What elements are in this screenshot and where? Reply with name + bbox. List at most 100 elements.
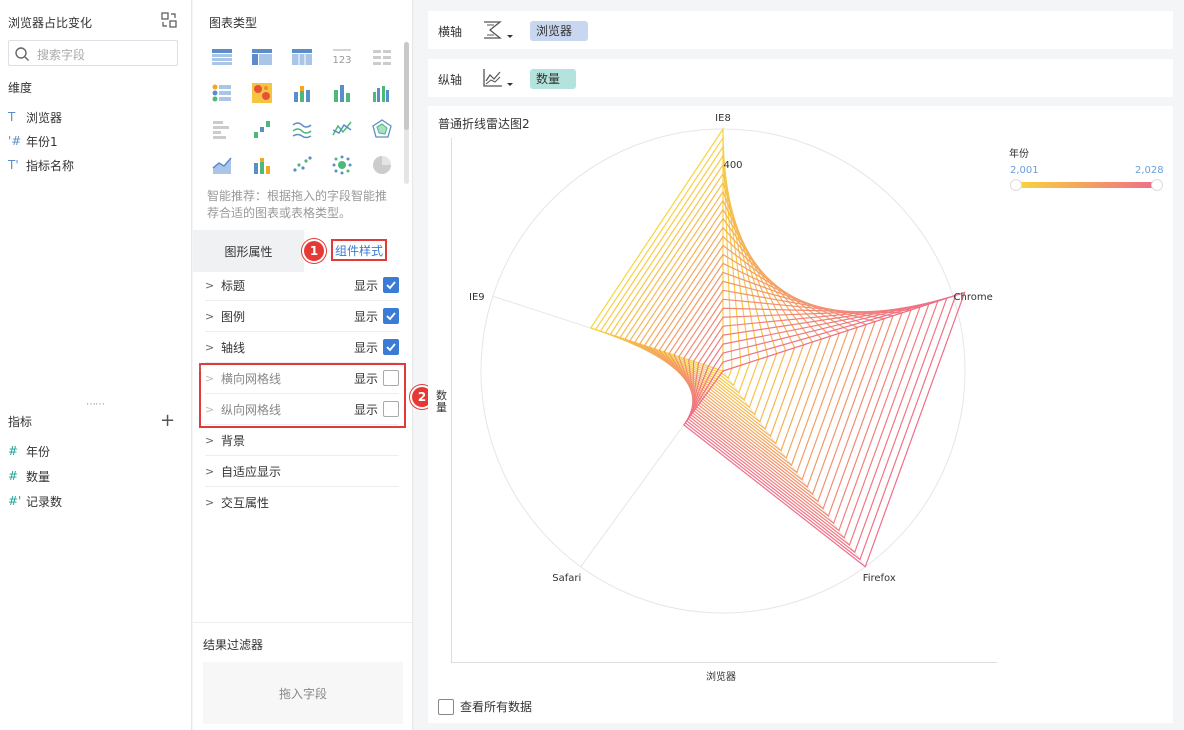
- grouped-bar-icon[interactable]: [371, 82, 393, 104]
- style-row-legend[interactable]: > 图例 显示: [205, 301, 399, 332]
- x-axis-field-pill[interactable]: 浏览器: [530, 21, 589, 41]
- search-icon: [15, 47, 29, 61]
- funnel-list-icon[interactable]: [211, 82, 233, 104]
- svg-text:123: 123: [332, 55, 351, 66]
- chevron-right-icon: >: [205, 464, 215, 478]
- grid-options-highlight: [199, 363, 406, 428]
- chart-type-scroll-thumb[interactable]: [404, 42, 409, 130]
- radar-axis-label: Safari: [552, 573, 581, 584]
- dimension-field-metric-name[interactable]: T' 指标名称: [8, 155, 74, 175]
- metric-section-title: 指标: [8, 415, 33, 429]
- property-tabs: 图形属性 1 组件样式: [193, 230, 412, 272]
- chevron-right-icon: >: [205, 433, 215, 447]
- tab-component-style[interactable]: 组件样式: [331, 239, 387, 261]
- legend-gradient-bar: [1016, 182, 1156, 188]
- heatmap-icon[interactable]: [251, 82, 273, 104]
- resize-handle[interactable]: ⋯⋯: [86, 399, 105, 410]
- radar-axis-label: Firefox: [863, 573, 896, 584]
- search-placeholder: 搜索字段: [37, 48, 86, 62]
- bubble-icon[interactable]: [331, 154, 353, 176]
- switch-dataset-icon[interactable]: [161, 12, 177, 28]
- show-legend-checkbox[interactable]: [383, 308, 399, 324]
- filter-drop-zone[interactable]: 拖入字段: [203, 662, 403, 724]
- field-search-input[interactable]: 搜索字段: [8, 40, 178, 66]
- combo-bar-icon[interactable]: [251, 154, 273, 176]
- area-chart-icon[interactable]: [211, 154, 233, 176]
- field-label: 浏览器: [26, 110, 63, 125]
- dimension-field-browser[interactable]: T 浏览器: [8, 107, 62, 127]
- legend-min-handle[interactable]: [1010, 179, 1022, 191]
- style-row-title[interactable]: > 标题 显示: [205, 270, 399, 301]
- chart-config-panel: 图表类型 123 智能推荐：根据拖入的字段智能推荐合适的图表或表格类型。 图形属…: [193, 0, 432, 730]
- style-row-axis[interactable]: > 轴线 显示: [205, 332, 399, 363]
- show-label: 显示: [353, 309, 378, 324]
- chevron-right-icon: >: [205, 340, 215, 354]
- line-chart-icon[interactable]: [331, 118, 353, 140]
- style-row-adaptive[interactable]: > 自适应显示: [205, 456, 399, 487]
- legend-min-label: 2,001: [1010, 165, 1039, 176]
- metric-field-record-count[interactable]: #' 记录数: [8, 491, 62, 511]
- cross-table-icon[interactable]: [251, 46, 273, 68]
- row-label: 图例: [221, 309, 246, 324]
- view-all-data-checkbox[interactable]: [438, 698, 454, 715]
- show-title-checkbox[interactable]: [383, 277, 399, 293]
- radar-chart-icon[interactable]: [371, 118, 393, 140]
- metric-field-quantity[interactable]: # 数量: [8, 466, 50, 486]
- drag-handle-icon[interactable]: ⋮: [195, 362, 205, 373]
- style-row-background[interactable]: > 背景: [205, 425, 399, 456]
- text-card-icon[interactable]: [371, 46, 393, 68]
- chart-type-title: 图表类型: [209, 16, 258, 30]
- radar-series-line[interactable]: [690, 306, 921, 532]
- multi-line-icon[interactable]: [291, 118, 313, 140]
- row-label: 交互属性: [221, 496, 270, 510]
- radar-max-tick-label: 400: [723, 160, 742, 171]
- step-badge-1: 1: [304, 241, 324, 261]
- show-label: 显示: [353, 340, 378, 355]
- smart-recommend-hint: 智能推荐：根据拖入的字段智能推荐合适的图表或表格类型。: [207, 189, 388, 220]
- horizontal-bar-icon[interactable]: [211, 118, 233, 140]
- x-axis-label: 横轴: [438, 25, 463, 39]
- scatter-icon[interactable]: [291, 154, 313, 176]
- field-label: 数量: [26, 469, 51, 484]
- dimension-field-year1[interactable]: '# 年份1: [8, 131, 58, 151]
- pie-chart-icon[interactable]: [371, 154, 393, 176]
- field-label: 年份: [26, 444, 51, 459]
- number-icon: '#: [8, 134, 22, 148]
- y-axis-bar: 纵轴 数量: [428, 59, 1173, 97]
- chevron-right-icon: >: [205, 309, 215, 323]
- view-all-data-toggle[interactable]: 查看所有数据: [438, 698, 532, 715]
- style-row-interaction[interactable]: > 交互属性: [205, 487, 399, 518]
- number-icon: #: [8, 444, 19, 458]
- x-axis-bar: 横轴 浏览器: [428, 11, 1173, 49]
- metric-field-year[interactable]: # 年份: [8, 441, 50, 461]
- result-filter-title: 结果过滤器: [203, 638, 264, 652]
- field-label: 记录数: [26, 494, 63, 509]
- waterfall-icon[interactable]: [251, 118, 273, 140]
- number-formula-icon: #': [8, 494, 22, 508]
- bar-chart-icon[interactable]: [331, 82, 353, 104]
- row-label: 自适应显示: [221, 464, 282, 479]
- tab-graph-properties[interactable]: 图形属性: [193, 230, 304, 272]
- view-all-data-label: 查看所有数据: [460, 700, 533, 714]
- table-icon[interactable]: [211, 46, 233, 68]
- stacked-bar-icon[interactable]: [291, 82, 313, 104]
- detail-table-icon[interactable]: [291, 46, 313, 68]
- field-label: 年份1: [26, 134, 58, 149]
- kpi-number-icon[interactable]: 123: [331, 46, 353, 68]
- radar-axis-label: IE8: [715, 113, 731, 124]
- radar-chart: IE8 Chrome Firefox Safari IE9 400: [469, 113, 993, 614]
- legend-max-label: 2,028: [1135, 165, 1164, 176]
- radar-series-line[interactable]: [686, 297, 948, 554]
- x-axis-chart-type-icon[interactable]: [482, 19, 516, 41]
- show-label: 显示: [353, 278, 378, 293]
- y-axis-chart-type-icon[interactable]: [482, 67, 516, 89]
- row-label: 背景: [221, 433, 246, 448]
- divider: [193, 622, 412, 623]
- number-icon: #: [8, 469, 19, 483]
- y-axis-field-pill[interactable]: 数量: [530, 69, 577, 89]
- add-metric-button[interactable]: +: [160, 410, 175, 431]
- chevron-right-icon: >: [205, 496, 215, 509]
- row-label: 标题: [221, 278, 246, 293]
- legend-max-handle[interactable]: [1151, 179, 1163, 191]
- show-axis-checkbox[interactable]: [383, 339, 399, 355]
